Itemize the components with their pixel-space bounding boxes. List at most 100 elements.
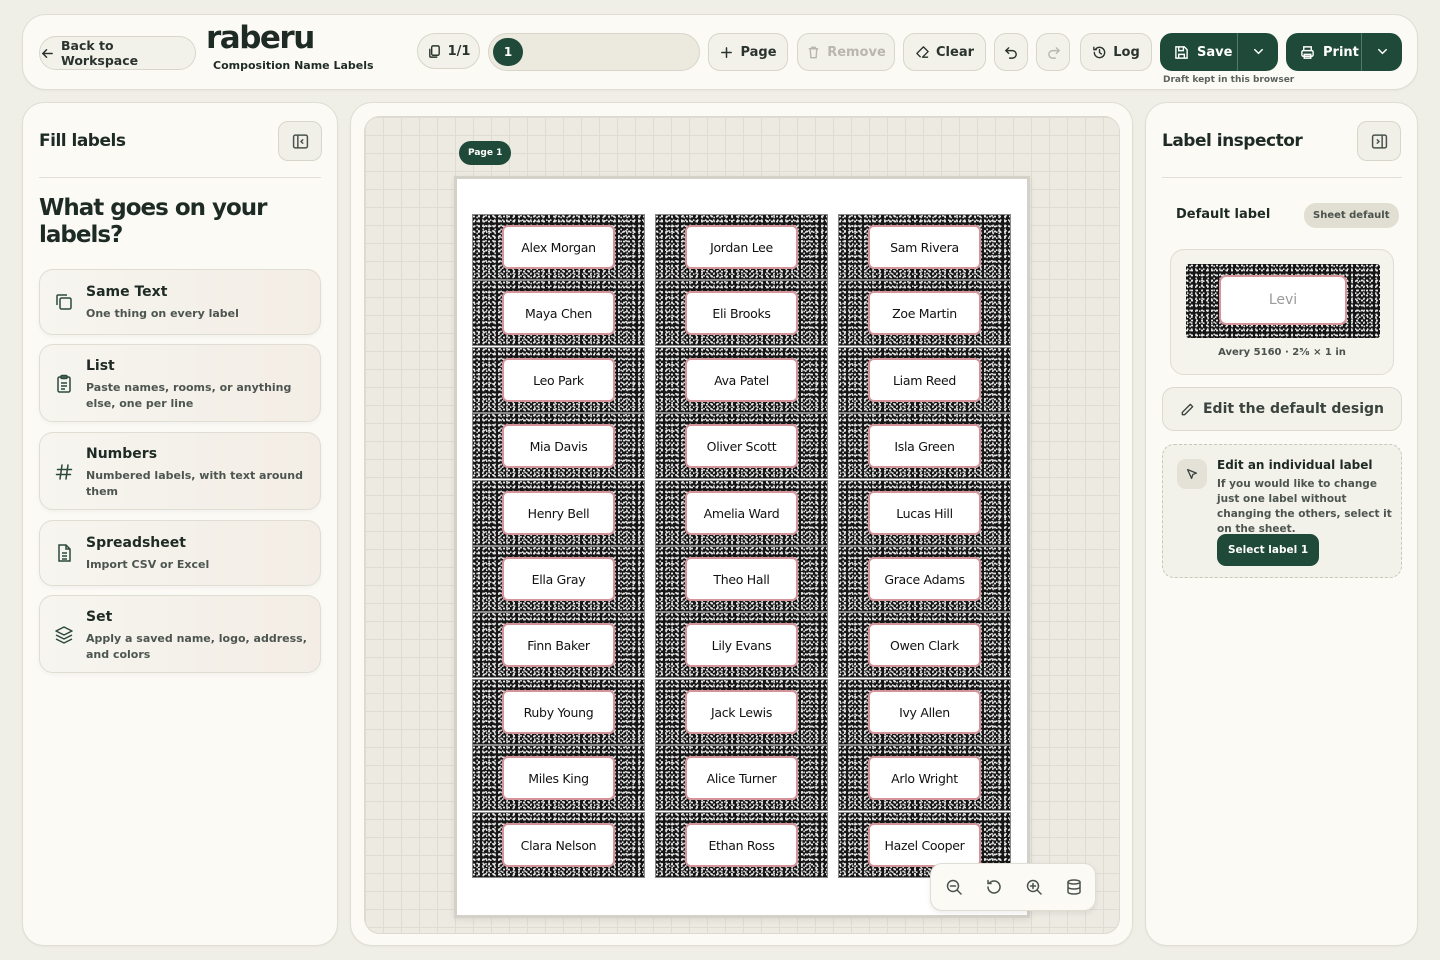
chevron-down-icon[interactable]: [1375, 44, 1390, 59]
sheet-label[interactable]: Leo Park: [472, 347, 645, 413]
sheet-label[interactable]: Ruby Young: [472, 679, 645, 745]
print-button[interactable]: Print: [1286, 33, 1402, 71]
option-same-text[interactable]: Same Text One thing on every label: [39, 269, 321, 335]
sheet-label[interactable]: Mia Davis: [472, 413, 645, 479]
sheet-label[interactable]: Isla Green: [838, 413, 1011, 479]
chevron-down-icon[interactable]: [1251, 44, 1266, 59]
sheet-label-name: Clara Nelson: [502, 823, 615, 867]
sheet-label[interactable]: Ella Gray: [472, 546, 645, 612]
divider: [1162, 177, 1402, 178]
zoom-in-icon[interactable]: [1025, 878, 1043, 896]
log-label: Log: [1113, 44, 1140, 60]
printer-icon: [1301, 45, 1314, 59]
sheet-label[interactable]: Ivy Allen: [838, 679, 1011, 745]
page-count-button[interactable]: 1/1: [417, 33, 480, 69]
sheet-label[interactable]: Amelia Ward: [655, 480, 828, 546]
option-spreadsheet[interactable]: Spreadsheet Import CSV or Excel: [39, 520, 321, 586]
add-page-label: Page: [740, 44, 777, 60]
sheet-label[interactable]: Lucas Hill: [838, 480, 1011, 546]
label-sheet[interactable]: Alex Morgan Jordan Lee Sam Rivera Maya Chen…: [454, 176, 1030, 918]
panel-title: Label inspector: [1162, 131, 1303, 151]
sheet-label[interactable]: Alice Turner: [655, 745, 828, 811]
zoom-out-icon[interactable]: [945, 878, 963, 896]
layers-icon: [55, 626, 73, 644]
page-count: 1/1: [447, 43, 471, 59]
log-button[interactable]: Log: [1080, 33, 1152, 71]
indiv-desc: If you would like to change just one lab…: [1217, 478, 1392, 535]
sheet-label[interactable]: Lily Evans: [655, 612, 828, 678]
page-chip[interactable]: 1: [493, 38, 523, 66]
fill-heading: What goes on your labels?: [39, 195, 268, 248]
app-logo: raberu: [206, 20, 315, 56]
sheet-label[interactable]: Eli Brooks: [655, 280, 828, 346]
sheet-label[interactable]: Maya Chen: [472, 280, 645, 346]
sheet-label-name: Isla Green: [868, 424, 981, 468]
preview-label: Levi: [1186, 264, 1380, 338]
eraser-icon: [916, 45, 929, 58]
reset-icon[interactable]: [985, 878, 1003, 896]
save-button[interactable]: Save: [1160, 33, 1278, 71]
sheet-label[interactable]: Jordan Lee: [655, 214, 828, 280]
sheet-label[interactable]: Arlo Wright: [838, 745, 1011, 811]
sheet-label-name: Jordan Lee: [685, 225, 798, 269]
sheet-label[interactable]: Finn Baker: [472, 612, 645, 678]
sheet-label-name: Henry Bell: [502, 491, 615, 535]
remove-button[interactable]: Remove: [797, 33, 895, 71]
option-desc: Paste names, rooms, or anything else, on…: [86, 381, 292, 410]
sheet-label-name: Leo Park: [502, 358, 615, 402]
sheet-label[interactable]: Miles King: [472, 745, 645, 811]
option-list[interactable]: List Paste names, rooms, or anything els…: [39, 344, 321, 422]
sheet-label-name: Lily Evans: [685, 623, 798, 667]
sheet-label[interactable]: Grace Adams: [838, 546, 1011, 612]
select-label-button[interactable]: Select label 1: [1217, 534, 1320, 566]
page-strip[interactable]: 1: [488, 33, 700, 71]
edit-default-design-button[interactable]: Edit the default design: [1162, 387, 1402, 431]
sheet-file-icon: [58, 544, 71, 562]
back-to-workspace-button[interactable]: Back to Workspace: [39, 36, 196, 70]
sheet-label[interactable]: Zoe Martin: [838, 280, 1011, 346]
sheet-label[interactable]: Alex Morgan: [472, 214, 645, 280]
page-tag[interactable]: Page 1: [459, 141, 512, 165]
database-icon[interactable]: [1065, 878, 1083, 896]
option-desc: Apply a saved name, logo, address, and c…: [86, 632, 307, 661]
redo-icon: [1047, 46, 1060, 59]
sheet-label[interactable]: Henry Bell: [472, 480, 645, 546]
option-title: List: [86, 358, 115, 374]
option-numbers[interactable]: Numbers Numbered labels, with text aroun…: [39, 432, 321, 510]
print-label: Print: [1323, 44, 1359, 60]
sheet-label[interactable]: Jack Lewis: [655, 679, 828, 745]
collapse-right-panel-button[interactable]: [1357, 121, 1401, 161]
sheet-label[interactable]: Theo Hall: [655, 546, 828, 612]
sheet-label[interactable]: Sam Rivera: [838, 214, 1011, 280]
redo-button[interactable]: [1036, 33, 1070, 71]
clear-button[interactable]: Clear: [903, 33, 986, 71]
add-page-button[interactable]: Page: [708, 33, 788, 71]
sheet-label-name: Oliver Scott: [685, 424, 798, 468]
save-divider: [1237, 33, 1238, 71]
undo-button[interactable]: [994, 33, 1028, 71]
history-icon: [1093, 46, 1106, 58]
collapse-left-panel-button[interactable]: [278, 121, 322, 161]
sheet-label-name: Liam Reed: [868, 358, 981, 402]
sheet-canvas[interactable]: Page 1 Alex Morgan Jordan Lee Sam Rivera Ma…: [364, 116, 1120, 934]
option-desc: Numbered labels, with text around them: [86, 469, 303, 498]
sheet-label[interactable]: Oliver Scott: [655, 413, 828, 479]
sheet-label-name: Theo Hall: [685, 557, 798, 601]
pencil-icon: [1181, 403, 1194, 415]
top-bar: Back to Workspace raberu Composition Nam…: [22, 14, 1418, 90]
sheet-label[interactable]: Liam Reed: [838, 347, 1011, 413]
sheet-label-name: Zoe Martin: [868, 291, 981, 335]
sheet-label[interactable]: Owen Clark: [838, 612, 1011, 678]
sheet-default-badge: Sheet default: [1304, 203, 1399, 228]
option-set[interactable]: Set Apply a saved name, logo, address, a…: [39, 595, 321, 673]
sheet-label-name: Sam Rivera: [868, 225, 981, 269]
sheet-label[interactable]: Clara Nelson: [472, 812, 645, 878]
sheet-label[interactable]: Ava Patel: [655, 347, 828, 413]
sheet-label-name: Alex Morgan: [502, 225, 615, 269]
sheet-label-name: Grace Adams: [868, 557, 981, 601]
document-title: Composition Name Labels: [213, 59, 374, 72]
plus-icon: [721, 46, 733, 58]
default-label-preview[interactable]: Levi Avery 5160 · 2⅝ × 1 in: [1170, 249, 1394, 375]
sheet-label[interactable]: Ethan Ross: [655, 812, 828, 878]
draft-note: Draft kept in this browser: [1163, 75, 1295, 85]
